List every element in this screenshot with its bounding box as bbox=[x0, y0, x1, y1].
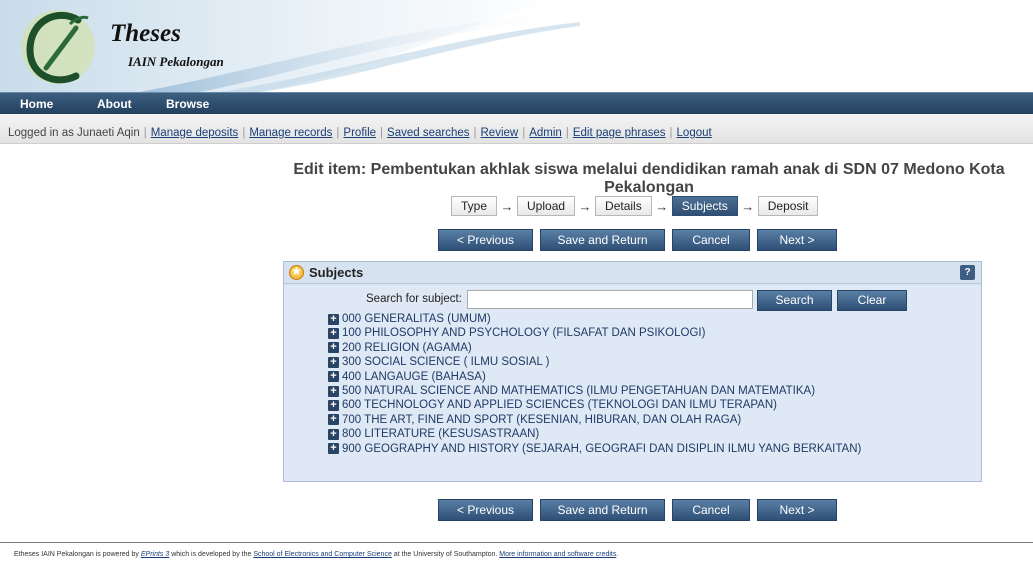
expand-plus-icon[interactable]: + bbox=[328, 414, 339, 426]
subject-item-label: 700 THE ART, FINE AND SPORT (KESENIAN, H… bbox=[342, 413, 742, 426]
page-title-line2: Pekalongan bbox=[604, 179, 694, 196]
subject-item-label: 600 TECHNOLOGY AND APPLIED SCIENCES (TEK… bbox=[342, 399, 777, 412]
subject-item-label: 100 PHILOSOPHY AND PSYCHOLOGY (FILSAFAT … bbox=[342, 327, 706, 340]
step-type[interactable]: Type bbox=[451, 196, 498, 216]
subject-tree: +000 GENERALITAS (UMUM) +100 PHILOSOPHY … bbox=[328, 312, 861, 456]
cancel-button[interactable]: Cancel bbox=[672, 499, 750, 521]
footer-link-eprints[interactable]: EPrints 3 bbox=[141, 551, 169, 558]
logo-emblem-icon bbox=[21, 10, 95, 84]
expand-plus-icon[interactable]: + bbox=[328, 356, 339, 368]
subject-item[interactable]: +000 GENERALITAS (UMUM) bbox=[328, 312, 861, 326]
footer-text: which is developed by the bbox=[169, 551, 254, 558]
link-saved-searches[interactable]: Saved searches bbox=[387, 127, 469, 139]
link-profile[interactable]: Profile bbox=[343, 127, 376, 139]
subjects-panel-header: Subjects ? bbox=[284, 262, 981, 284]
subject-item[interactable]: +400 LANGAUGE (BAHASA) bbox=[328, 370, 861, 384]
subject-item[interactable]: +900 GEOGRAPHY AND HISTORY (SEJARAH, GEO… bbox=[328, 442, 861, 456]
subject-item-label: 900 GEOGRAPHY AND HISTORY (SEJARAH, GEOG… bbox=[342, 442, 862, 455]
footer-link-credits[interactable]: More information and software credits bbox=[499, 551, 616, 558]
link-edit-page-phrases[interactable]: Edit page phrases bbox=[573, 127, 666, 139]
workflow-steps: Type → Upload → Details → Subjects → Dep… bbox=[451, 196, 819, 216]
subject-item-label: 800 LITERATURE (KESUSASTRAAN) bbox=[342, 428, 540, 441]
expand-plus-icon[interactable]: + bbox=[328, 371, 339, 383]
expand-plus-icon[interactable]: + bbox=[328, 400, 339, 412]
expand-plus-icon[interactable]: + bbox=[328, 313, 339, 325]
site-header: Theses IAIN Pekalongan bbox=[0, 0, 1033, 92]
step-arrow-icon: → bbox=[500, 198, 514, 214]
subject-item-label: 300 SOCIAL SCIENCE ( ILMU SOSIAL ) bbox=[342, 356, 550, 369]
expand-plus-icon[interactable]: + bbox=[328, 385, 339, 397]
subjects-panel: Subjects ? Search for subject: Search Cl… bbox=[283, 261, 982, 482]
footer-link-eprints-label: EPrints 3 bbox=[140, 551, 170, 558]
next-button[interactable]: Next > bbox=[757, 229, 837, 251]
subjects-panel-body: Search for subject: Search Clear +000 GE… bbox=[284, 285, 981, 481]
subject-item[interactable]: +500 NATURAL SCIENCE AND MATHEMATICS (IL… bbox=[328, 384, 861, 398]
previous-button[interactable]: < Previous bbox=[438, 229, 533, 251]
site-footer: Etheses IAIN Pekalongan is powered by EP… bbox=[14, 551, 618, 558]
nav-browse[interactable]: Browse bbox=[166, 97, 209, 111]
subject-item-label: 400 LANGAUGE (BAHASA) bbox=[342, 370, 486, 383]
subject-item-label: 200 RELIGION (AGAMA) bbox=[342, 341, 472, 354]
step-details[interactable]: Details bbox=[595, 196, 652, 216]
expand-plus-icon[interactable]: + bbox=[328, 443, 339, 455]
footer-text: at the University of Southampton. bbox=[391, 551, 500, 558]
save-return-button[interactable]: Save and Return bbox=[540, 229, 665, 251]
expand-plus-icon[interactable]: + bbox=[328, 342, 339, 354]
footer-link-school[interactable]: School of Electronics and Computer Scien… bbox=[253, 551, 392, 558]
main-nav: Home About Browse bbox=[0, 92, 1033, 114]
save-return-button[interactable]: Save and Return bbox=[540, 499, 665, 521]
bottom-button-row: < Previous Save and Return Cancel Next > bbox=[438, 499, 837, 521]
step-arrow-icon: → bbox=[578, 198, 592, 214]
subject-item[interactable]: +800 LITERATURE (KESUSASTRAAN) bbox=[328, 427, 861, 441]
subject-item[interactable]: +700 THE ART, FINE AND SPORT (KESENIAN, … bbox=[328, 413, 861, 427]
nav-home[interactable]: Home bbox=[20, 97, 53, 111]
expand-plus-icon[interactable]: + bbox=[328, 328, 339, 340]
subject-item[interactable]: +100 PHILOSOPHY AND PSYCHOLOGY (FILSAFAT… bbox=[328, 326, 861, 340]
subject-item-label: 500 NATURAL SCIENCE AND MATHEMATICS (ILM… bbox=[342, 384, 816, 397]
step-arrow-icon: → bbox=[655, 198, 669, 214]
subject-item-label: 000 GENERALITAS (UMUM) bbox=[342, 313, 491, 325]
subject-item[interactable]: +600 TECHNOLOGY AND APPLIED SCIENCES (TE… bbox=[328, 398, 861, 412]
search-button[interactable]: Search bbox=[757, 290, 832, 311]
footer-divider bbox=[0, 542, 1033, 543]
logo-subtitle: IAIN Pekalongan bbox=[128, 54, 224, 69]
page-title: Edit item: Pembentukan akhlak siswa mela… bbox=[282, 161, 1016, 197]
previous-button[interactable]: < Previous bbox=[438, 499, 533, 521]
top-button-row: < Previous Save and Return Cancel Next > bbox=[438, 229, 837, 251]
expand-plus-icon[interactable]: + bbox=[328, 428, 339, 440]
nav-about[interactable]: About bbox=[97, 97, 132, 111]
link-logout[interactable]: Logout bbox=[677, 127, 712, 139]
link-manage-records[interactable]: Manage records bbox=[249, 127, 332, 139]
cancel-button[interactable]: Cancel bbox=[672, 229, 750, 251]
site-logo[interactable]: Theses IAIN Pekalongan bbox=[18, 6, 258, 88]
clear-button[interactable]: Clear bbox=[837, 290, 907, 311]
logged-in-label: Logged in as Junaeti Aqin bbox=[8, 127, 140, 139]
step-deposit[interactable]: Deposit bbox=[757, 196, 819, 216]
step-subjects[interactable]: Subjects bbox=[671, 196, 738, 216]
subject-item[interactable]: +200 RELIGION (AGAMA) bbox=[328, 341, 861, 355]
step-upload[interactable]: Upload bbox=[517, 196, 576, 216]
star-icon bbox=[289, 264, 304, 280]
link-admin[interactable]: Admin bbox=[529, 127, 562, 139]
step-arrow-icon: → bbox=[741, 198, 755, 214]
page-title-line1: Edit item: Pembentukan akhlak siswa mela… bbox=[293, 161, 1005, 178]
subject-search-input[interactable] bbox=[467, 290, 753, 309]
link-review[interactable]: Review bbox=[481, 127, 519, 139]
help-icon[interactable]: ? bbox=[960, 265, 975, 280]
logo-title: Theses bbox=[110, 20, 181, 47]
subject-item[interactable]: +300 SOCIAL SCIENCE ( ILMU SOSIAL ) bbox=[328, 355, 861, 369]
user-bar: Logged in as Junaeti Aqin | Manage deposit… bbox=[0, 114, 1033, 144]
link-manage-deposits[interactable]: Manage deposits bbox=[151, 127, 239, 139]
next-button[interactable]: Next > bbox=[757, 499, 837, 521]
search-label: Search for subject: bbox=[366, 293, 462, 305]
subjects-panel-title: Subjects bbox=[309, 265, 364, 280]
footer-text: Etheses IAIN Pekalongan is powered by bbox=[14, 551, 141, 558]
footer-text: . bbox=[616, 551, 619, 558]
